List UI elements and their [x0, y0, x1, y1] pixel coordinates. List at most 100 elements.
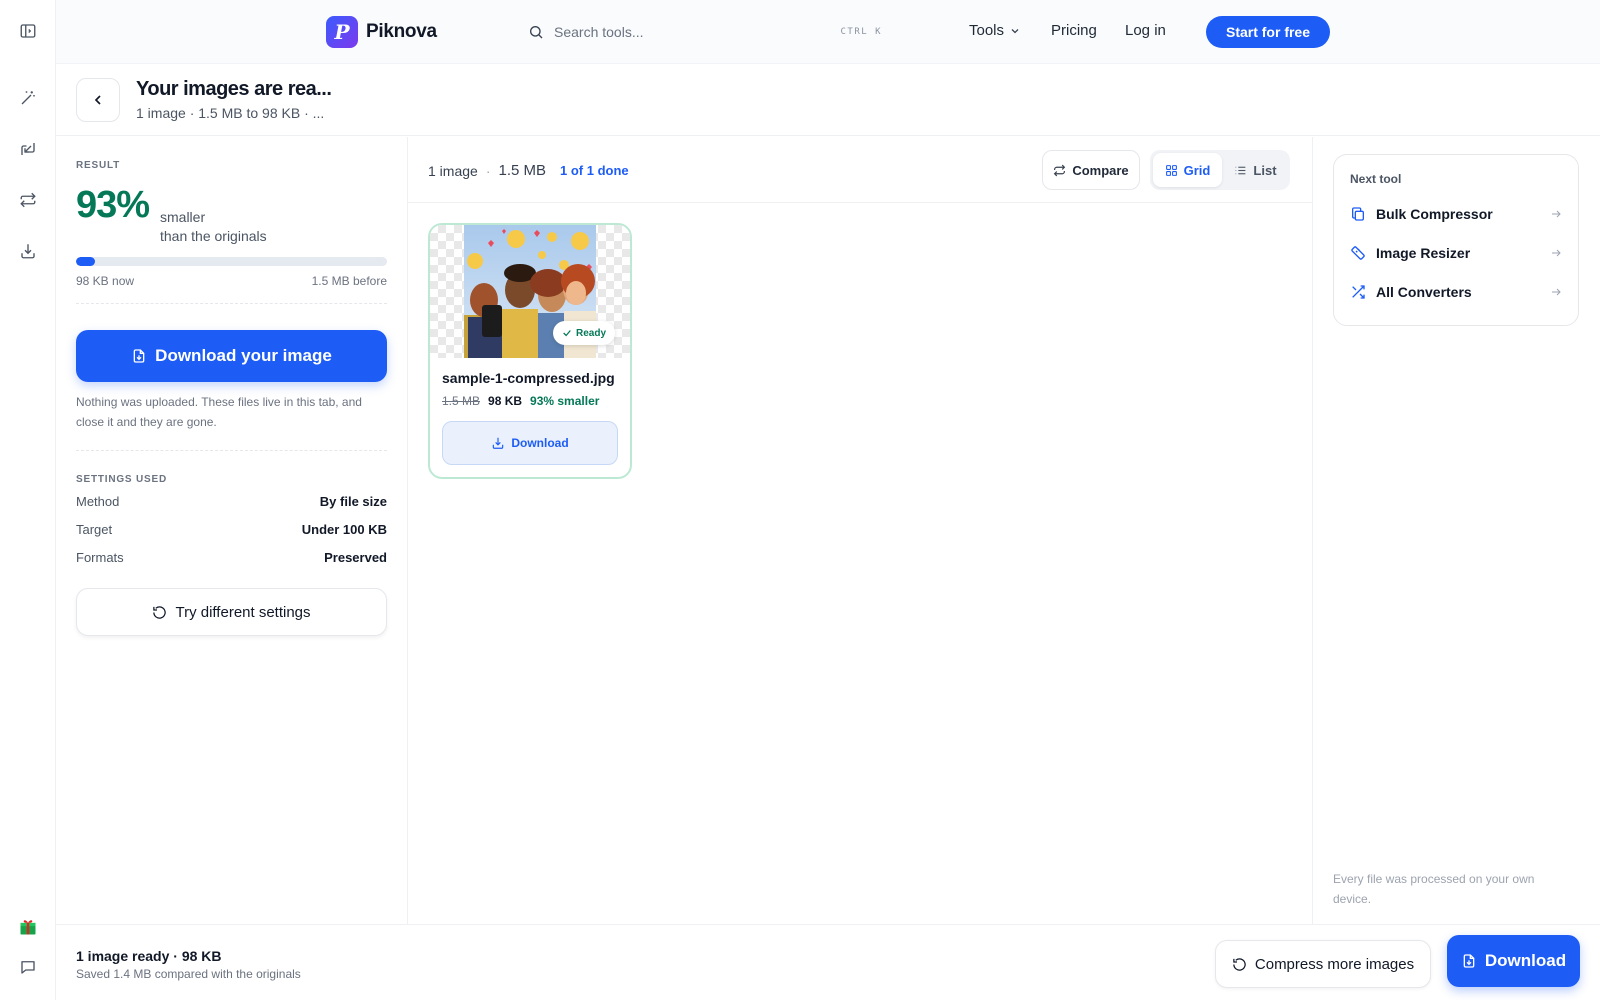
compare-button[interactable]: Compare — [1042, 150, 1140, 190]
next-tool-label: Bulk Compressor — [1376, 206, 1493, 222]
download-icon[interactable] — [17, 240, 39, 262]
privacy-note: Nothing was uploaded. These files live i… — [76, 395, 362, 429]
size-labels: 98 KB now 1.5 MB before — [76, 274, 387, 288]
compress-icon[interactable] — [17, 138, 39, 160]
compress-more-images-label: Compress more images — [1254, 955, 1415, 973]
search-input[interactable] — [554, 24, 824, 40]
result-panel: RESULT 93% smaller than the originals 98… — [56, 137, 408, 924]
file-new-size: 98 KB — [488, 394, 523, 408]
shuffle-icon — [1350, 284, 1366, 300]
gift-icon[interactable] — [17, 916, 39, 938]
brand[interactable]: P Piknova — [326, 16, 437, 48]
convert-icon[interactable] — [17, 189, 39, 211]
nav-tools[interactable]: Tools — [969, 22, 1021, 39]
files-size: 1.5 MB — [498, 162, 547, 179]
bottom-bar: 1 image ready · 98 KB Saved 1.4 MB compa… — [56, 924, 1600, 1000]
setting-key: Method — [76, 494, 120, 509]
list-icon — [1234, 164, 1247, 177]
next-tool-panel: Next tool Bulk Compressor Image Resizer … — [1312, 137, 1600, 924]
chevron-down-icon — [1009, 25, 1021, 37]
nav-login[interactable]: Log in — [1125, 22, 1166, 39]
next-tool-all-converters[interactable]: All Converters — [1350, 280, 1562, 304]
result-smaller-text: smaller than the originals — [160, 208, 267, 246]
next-tool-label: All Converters — [1376, 284, 1472, 300]
next-tool-image-resizer[interactable]: Image Resizer — [1350, 241, 1562, 265]
divider — [76, 303, 387, 304]
copy-icon — [1350, 206, 1366, 222]
view-list-button[interactable]: List — [1224, 153, 1287, 187]
separator-dot: · — [485, 162, 491, 179]
status-badge-label: Ready — [576, 327, 607, 339]
setting-key: Target — [76, 522, 113, 537]
files-summary: 1 image · 1.5 MB 1 of 1 done — [428, 162, 629, 179]
file-download-button[interactable]: Download — [442, 421, 618, 465]
files-area: 1 image · 1.5 MB 1 of 1 done Compare Gri… — [408, 137, 1312, 924]
download-all-button[interactable]: Download — [1447, 935, 1580, 987]
smaller-line-2: than the originals — [160, 228, 267, 244]
settings-caption: SETTINGS USED — [76, 474, 167, 485]
arrow-right-icon — [1550, 208, 1562, 220]
start-for-free-button[interactable]: Start for free — [1206, 16, 1330, 48]
magic-wand-icon[interactable] — [17, 87, 39, 109]
device-note: Every file was processed on your own dev… — [1333, 872, 1535, 906]
setting-row-formats: Formats Preserved — [76, 550, 387, 565]
bottom-subtitle: Saved 1.4 MB compared with the originals — [76, 967, 301, 981]
setting-value: Under 100 KB — [301, 522, 387, 537]
view-toggle: Grid List — [1150, 150, 1290, 190]
file-name: sample-1-compressed.jpg — [442, 370, 615, 386]
view-grid-button[interactable]: Grid — [1153, 153, 1222, 187]
bottom-title: 1 image ready · 98 KB — [76, 948, 222, 964]
sidebar-toggle-icon[interactable] — [17, 20, 39, 42]
brand-name: Piknova — [366, 21, 437, 42]
download-your-image-button[interactable]: Download your image — [76, 330, 387, 382]
view-list-label: List — [1253, 162, 1277, 178]
page-subtitle: 1 image · 1.5 MB to 98 KB · ... — [136, 105, 325, 121]
next-tool-title: Next tool — [1350, 172, 1402, 186]
file-card[interactable]: Ready sample-1-compressed.jpg 1.5 MB 98 … — [428, 223, 632, 479]
compress-more-images-button[interactable]: Compress more images — [1215, 940, 1431, 988]
divider — [76, 450, 387, 451]
search-box[interactable]: CTRL K — [516, 14, 894, 50]
files-done-status: 1 of 1 done — [560, 163, 629, 178]
left-rail — [0, 0, 56, 1000]
next-tool-card: Next tool Bulk Compressor Image Resizer … — [1333, 154, 1579, 326]
result-percent: 93% — [76, 184, 150, 226]
search-shortcut: CTRL K — [840, 27, 882, 37]
next-tool-bulk-compressor[interactable]: Bulk Compressor — [1350, 202, 1562, 226]
files-toolbar: 1 image · 1.5 MB 1 of 1 done Compare Gri… — [408, 137, 1312, 203]
page-header: Your images are rea... 1 image · 1.5 MB … — [56, 64, 1600, 136]
file-download-icon — [131, 348, 147, 364]
try-different-settings-button[interactable]: Try different settings — [76, 588, 387, 636]
nav-tools-label: Tools — [969, 22, 1005, 39]
grid-icon — [1165, 164, 1178, 177]
download-your-image-label: Download your image — [155, 346, 332, 365]
setting-row-target: Target Under 100 KB — [76, 522, 387, 537]
size-now-label: 98 KB now — [76, 274, 135, 288]
check-icon — [562, 328, 572, 338]
rotate-ccw-icon — [1232, 957, 1247, 972]
setting-key: Formats — [76, 550, 124, 565]
files-count: 1 image — [428, 162, 478, 179]
setting-value: Preserved — [324, 550, 387, 565]
arrow-right-icon — [1550, 286, 1562, 298]
download-icon — [491, 436, 505, 450]
page-title: Your images are rea... — [136, 78, 332, 100]
ruler-icon — [1350, 245, 1366, 261]
search-icon — [528, 24, 544, 40]
result-caption: RESULT — [76, 160, 121, 171]
status-badge: Ready — [553, 321, 616, 345]
setting-row-method: Method By file size — [76, 494, 387, 509]
next-tool-label: Image Resizer — [1376, 245, 1471, 261]
chat-icon[interactable] — [17, 956, 39, 978]
file-download-label: Download — [511, 436, 569, 450]
file-download-icon — [1461, 953, 1477, 969]
size-progress-fill — [76, 257, 95, 266]
try-different-settings-label: Try different settings — [175, 603, 311, 621]
download-all-label: Download — [1484, 951, 1567, 970]
chevron-left-icon — [90, 92, 106, 108]
size-before-label: 1.5 MB before — [311, 274, 387, 288]
nav-pricing[interactable]: Pricing — [1051, 22, 1097, 39]
file-sizes: 1.5 MB 98 KB 93% smaller — [442, 394, 599, 408]
smaller-line-1: smaller — [160, 209, 206, 225]
back-button[interactable] — [76, 78, 120, 122]
